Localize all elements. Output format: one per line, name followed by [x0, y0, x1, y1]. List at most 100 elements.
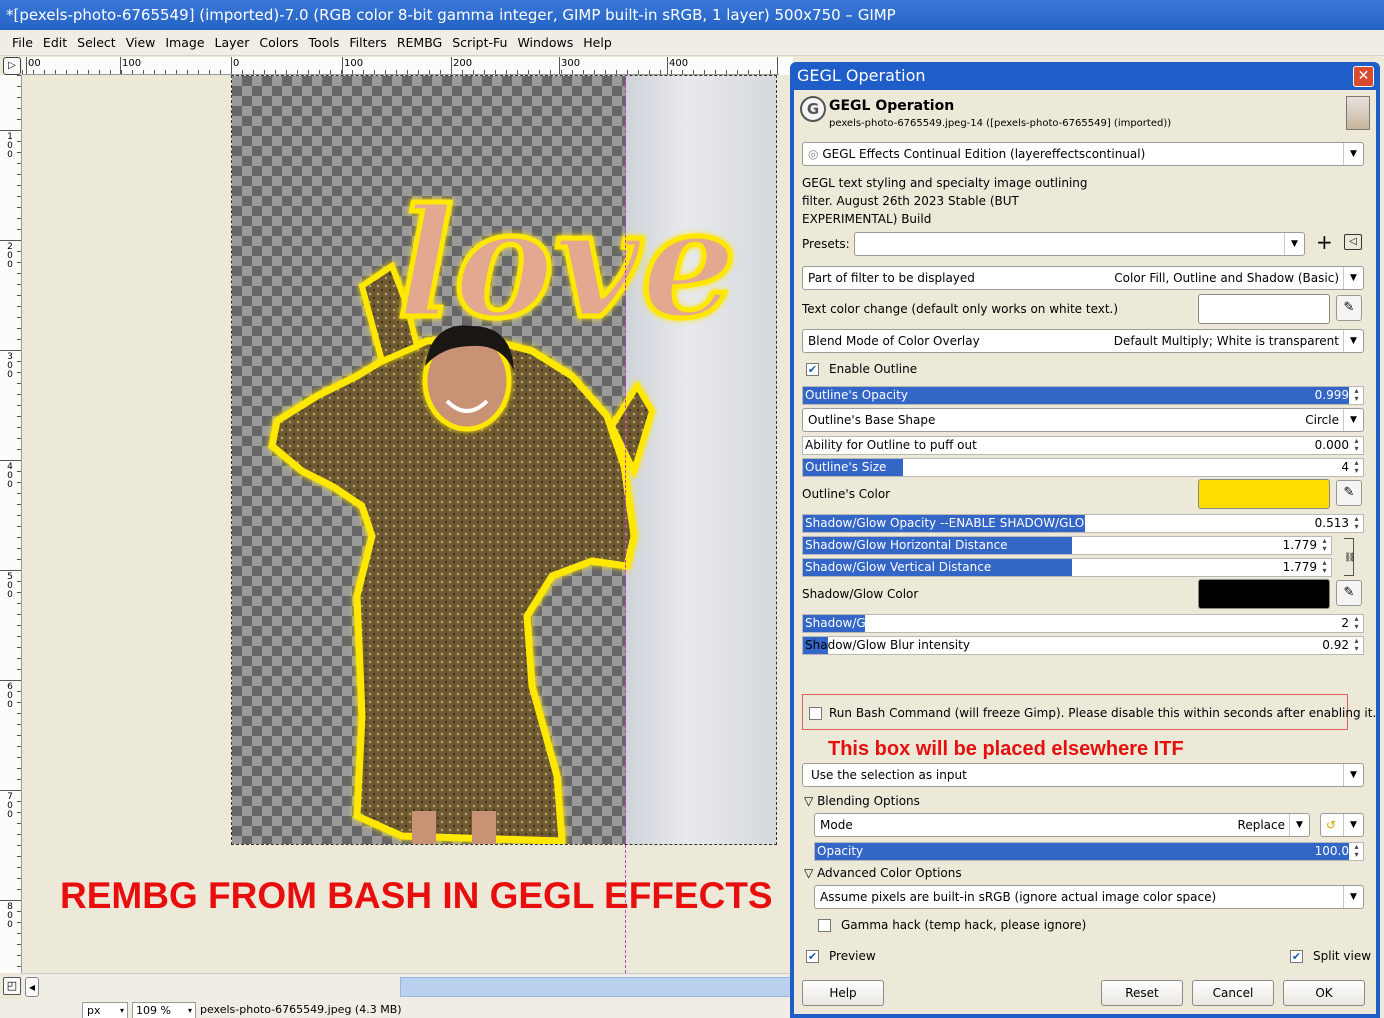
scrollbar-thumb[interactable]: [400, 977, 792, 997]
reset-button[interactable]: Reset: [1101, 980, 1183, 1006]
unit-select[interactable]: px ▾: [82, 1002, 128, 1018]
shadow-horizontal-slider[interactable]: Shadow/Glow Horizontal Distance 1.779 ▴ ▾: [802, 536, 1332, 555]
preview-label: Preview: [829, 949, 876, 963]
menu-help[interactable]: Help: [578, 30, 617, 56]
outline-color-swatch[interactable]: [1198, 479, 1330, 509]
cancel-button[interactable]: Cancel: [1192, 980, 1274, 1006]
outline-puff-slider[interactable]: Ability for Outline to puff out 0.000 ▴ ▾: [802, 436, 1364, 455]
vertical-ruler: 100 200 300 400 500 600 700 800: [0, 75, 22, 973]
shadow-blur-slider[interactable]: Shadow/Glow Blur intensity 0.92 ▴ ▾: [802, 636, 1364, 655]
menu-select[interactable]: Select: [72, 30, 121, 56]
ruler-label: 600: [7, 682, 13, 710]
ruler-label: 500: [7, 572, 13, 600]
chevron-down-icon: ▼: [1343, 409, 1363, 431]
canvas-area[interactable]: love REMBG FROM BASH IN GEGL EFFECTS: [22, 75, 792, 973]
ruler-label: 400: [669, 58, 689, 69]
eyedropper-icon[interactable]: ✎: [1336, 295, 1362, 321]
eyedropper-icon[interactable]: ✎: [1336, 480, 1362, 506]
shadow-grow-slider[interactable]: Shadow/Glow Grow size 2 ▴ ▾: [802, 614, 1364, 633]
dialog-header-title: GEGL Operation: [829, 98, 955, 114]
chevron-down-icon: ▼: [1343, 764, 1363, 786]
chevron-down-icon: ▼: [1343, 267, 1363, 289]
input-source-select[interactable]: Use the selection as input ▼: [802, 763, 1364, 787]
blending-options-expander[interactable]: ▽ Blending Options: [804, 794, 920, 808]
opacity-slider[interactable]: Opacity 100.0 ▴ ▾: [814, 842, 1364, 861]
triangle-down-icon: ▽: [804, 866, 814, 880]
menu-edit[interactable]: Edit: [38, 30, 72, 56]
help-button[interactable]: Help: [802, 980, 884, 1006]
ruler-label: 800: [7, 902, 13, 930]
ok-button[interactable]: OK: [1283, 980, 1365, 1006]
advanced-color-expander[interactable]: ▽ Advanced Color Options: [804, 866, 962, 880]
menu-file[interactable]: File: [7, 30, 38, 56]
ruler-label: 0: [233, 58, 240, 69]
triangle-down-icon: ▽: [804, 794, 814, 808]
part-of-filter-select[interactable]: Part of filter to be displayed Color Fil…: [802, 266, 1364, 290]
chevron-down-icon: ▼: [1343, 330, 1363, 352]
menu-colors[interactable]: Colors: [254, 30, 303, 56]
bash-note: This box will be placed elsewhere ITF: [828, 738, 1184, 760]
chevron-down-icon: ▼: [1343, 886, 1363, 908]
close-icon[interactable]: ✕: [1353, 66, 1374, 87]
file-info: pexels-photo-6765549.jpeg (4.3 MB): [200, 1003, 402, 1016]
shadow-color-label: Shadow/Glow Color: [802, 587, 919, 601]
subject-illustration: love: [268, 174, 739, 844]
outline-opacity-slider[interactable]: Outline's Opacity 0.999 ▴ ▾: [802, 386, 1364, 405]
statusbar: px ▾ 109 % ▾ pexels-photo-6765549.jpeg (4.…: [0, 999, 792, 1018]
menu-image[interactable]: Image: [160, 30, 209, 56]
ruler-label: 100: [7, 132, 13, 160]
mode-reset-button[interactable]: ↺ ▼: [1320, 813, 1364, 837]
menu-rembg[interactable]: REMBG: [392, 30, 447, 56]
preview-checkbox[interactable]: ✔: [806, 950, 819, 963]
eyedropper-icon[interactable]: ✎: [1336, 580, 1362, 606]
menu-script-fu[interactable]: Script-Fu: [447, 30, 512, 56]
shadow-vertical-slider[interactable]: Shadow/Glow Vertical Distance 1.779 ▴ ▾: [802, 558, 1332, 577]
bash-command-checkbox[interactable]: [809, 707, 822, 720]
outline-shape-select[interactable]: Outline's Base Shape Circle ▼: [802, 408, 1364, 432]
outline-color-label: Outline's Color: [802, 487, 891, 501]
horizontal-scrollbar[interactable]: ◂: [22, 973, 792, 999]
presets-select[interactable]: ▼: [854, 232, 1305, 256]
shadow-opacity-slider[interactable]: Shadow/Glow Opacity --ENABLE SHADOW/GLOW…: [802, 514, 1364, 533]
ruler-label: 300: [7, 352, 13, 380]
menu-filters[interactable]: Filters: [344, 30, 391, 56]
ruler-label: 00: [28, 58, 41, 69]
chevron-down-icon: ▼: [1284, 233, 1304, 255]
gamma-hack-checkbox[interactable]: [818, 919, 831, 932]
image-canvas[interactable]: love: [231, 75, 777, 845]
enable-outline-checkbox[interactable]: ✔: [806, 363, 819, 376]
bash-command-label: Run Bash Command (will freeze Gimp). Ple…: [829, 706, 1377, 720]
text-color-swatch[interactable]: [1198, 294, 1330, 324]
split-view-checkbox[interactable]: ✔: [1290, 950, 1303, 963]
chevron-down-icon: ▼: [1343, 814, 1363, 836]
gegl-small-icon: ◎: [808, 147, 819, 161]
gegl-dialog: GEGL Operation ✕ G GEGL Operation pexels…: [790, 62, 1380, 1018]
menu-tools[interactable]: Tools: [304, 30, 345, 56]
text-color-label: Text color change (default only works on…: [802, 302, 1119, 316]
add-preset-icon[interactable]: +: [1316, 230, 1333, 254]
menubar: File Edit Select View Image Layer Colors Tools F…: [0, 30, 1384, 56]
ruler-label: 200: [453, 58, 473, 69]
navigate-icon[interactable]: ◰: [3, 977, 21, 995]
outline-size-slider[interactable]: Outline's Size 4 ▴ ▾: [802, 458, 1364, 477]
love-balloon: love: [397, 176, 737, 352]
menu-windows[interactable]: Windows: [512, 30, 578, 56]
scroll-left-icon[interactable]: ◂: [25, 977, 39, 997]
ruler-label: 100: [344, 58, 364, 69]
ruler-label: 700: [7, 792, 13, 820]
chevron-down-icon: ▼: [1343, 143, 1363, 165]
blend-mode-select[interactable]: Blend Mode of Color Overlay Default Mult…: [802, 329, 1364, 353]
filter-description: GEGL text styling and specialty image ou…: [802, 176, 1088, 226]
mode-select[interactable]: Mode Replace ▼: [814, 813, 1310, 837]
menu-layer[interactable]: Layer: [210, 30, 255, 56]
operation-select[interactable]: ◎ GEGL Effects Continual Edition (layere…: [802, 142, 1364, 166]
menu-view[interactable]: View: [121, 30, 161, 56]
reset-arrow-icon: ↺: [1326, 818, 1337, 832]
preset-menu-icon[interactable]: ◁: [1344, 234, 1362, 250]
split-view-guide[interactable]: [625, 75, 626, 973]
shadow-color-swatch[interactable]: [1198, 579, 1330, 609]
zoom-select[interactable]: 109 % ▾: [132, 1002, 196, 1018]
quick-mask-toggle[interactable]: ▷: [3, 57, 21, 75]
chain-link-icon[interactable]: ⛓: [1344, 538, 1355, 576]
color-space-select[interactable]: Assume pixels are built-in sRGB (ignore …: [814, 885, 1364, 909]
